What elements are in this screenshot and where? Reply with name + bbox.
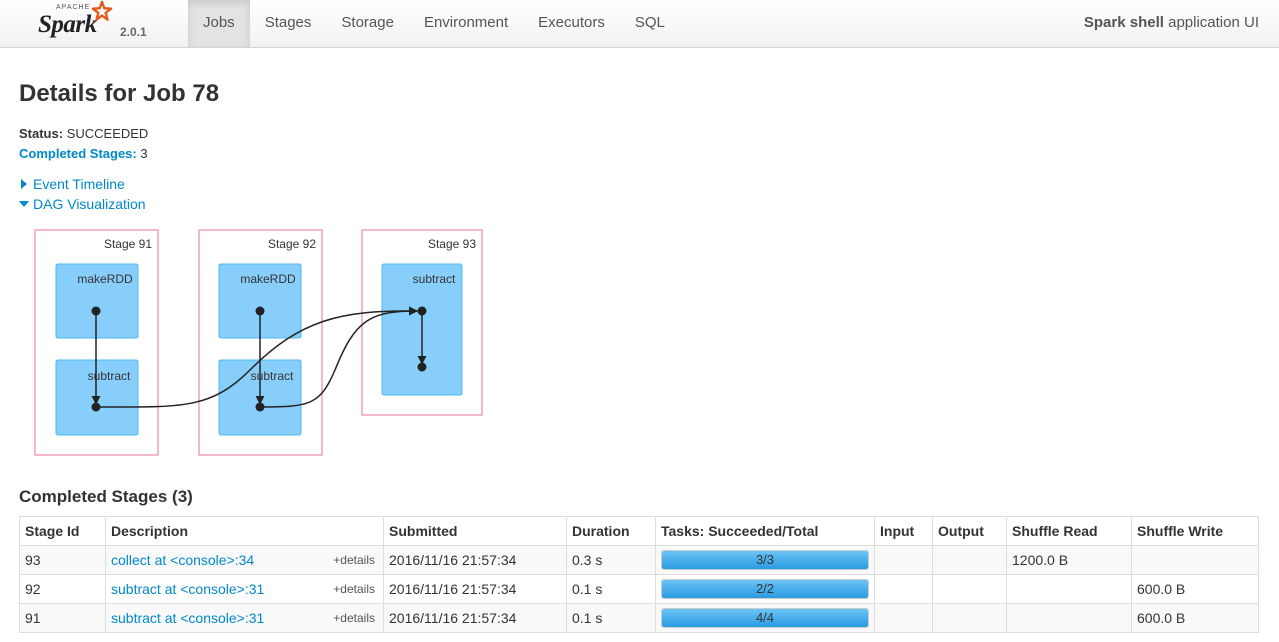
status-value: SUCCEEDED [66, 126, 149, 141]
arrow-right-icon [21, 179, 27, 189]
table-row: 93 collect at <console>:34 +details 2016… [19, 545, 1259, 575]
progress-label: 2/2 [755, 581, 775, 596]
col-stage-id[interactable]: Stage Id [19, 516, 106, 546]
col-tasks[interactable]: Tasks: Succeeded/Total [655, 516, 875, 546]
cell-stage-id: 92 [19, 574, 106, 604]
table-row: 92 subtract at <console>:31 +details 201… [19, 574, 1259, 604]
node-label: subtract [413, 272, 456, 286]
dag-visualization-label: DAG Visualization [33, 196, 146, 212]
event-timeline-label: Event Timeline [33, 176, 125, 192]
cell-input [874, 545, 933, 575]
stage-label: Stage 93 [428, 237, 476, 251]
logo-apache-text: APACHE [56, 4, 91, 11]
cell-input [874, 603, 933, 633]
spark-version: 2.0.1 [120, 25, 147, 39]
cell-output [932, 603, 1007, 633]
cell-stage-id: 93 [19, 545, 106, 575]
cell-output [932, 545, 1007, 575]
cell-shuffle-read: 1200.0 B [1006, 545, 1132, 575]
task-progress-bar: 3/3 [661, 550, 869, 570]
cell-description: collect at <console>:34 +details [105, 545, 384, 575]
cell-submitted: 2016/11/16 21:57:34 [383, 574, 567, 604]
cell-description: subtract at <console>:31 +details [105, 574, 384, 604]
cell-tasks: 2/2 [655, 574, 875, 604]
cell-shuffle-write: 600.0 B [1131, 574, 1259, 604]
tab-environment[interactable]: Environment [409, 0, 523, 47]
details-toggle[interactable]: +details [333, 553, 375, 567]
col-description[interactable]: Description [105, 516, 384, 546]
completed-stages-link[interactable]: Completed Stages: [19, 146, 137, 161]
progress-label: 3/3 [755, 552, 775, 567]
app-name: Spark shell [1083, 14, 1164, 31]
dag-visualization-toggle[interactable]: DAG Visualization [19, 196, 146, 212]
cell-tasks: 4/4 [655, 603, 875, 633]
col-input[interactable]: Input [874, 516, 933, 546]
completed-stages-summary: Completed Stages: 3 [19, 146, 148, 161]
cell-duration: 0.1 s [566, 574, 656, 604]
task-progress-bar: 4/4 [661, 608, 869, 628]
completed-stages-count: 3 [140, 146, 148, 161]
cell-stage-id: 91 [19, 603, 106, 633]
cell-output [932, 574, 1007, 604]
task-progress-bar: 2/2 [661, 579, 869, 599]
table-row: 91 subtract at <console>:31 +details 201… [19, 603, 1259, 633]
cell-duration: 0.3 s [566, 545, 656, 575]
node-label: subtract [88, 369, 131, 383]
navbar: APACHE Spark 2.0.1 Jobs Stages Storage E… [0, 0, 1279, 48]
job-status: Status: SUCCEEDED [19, 126, 148, 141]
stage-label: Stage 91 [104, 237, 152, 251]
table-header-row: Stage Id Description Submitted Duration … [19, 516, 1259, 546]
stage-label: Stage 92 [268, 237, 316, 251]
details-toggle[interactable]: +details [333, 611, 375, 625]
col-shuffle-read[interactable]: Shuffle Read [1006, 516, 1132, 546]
arrow-down-icon [19, 201, 29, 207]
cell-duration: 0.1 s [566, 603, 656, 633]
status-label: Status: [19, 126, 64, 141]
progress-label: 4/4 [755, 610, 775, 625]
col-submitted[interactable]: Submitted [383, 516, 567, 546]
tab-stages[interactable]: Stages [250, 0, 327, 47]
col-output[interactable]: Output [932, 516, 1007, 546]
node-label: makeRDD [240, 272, 296, 286]
page-title: Details for Job 78 [19, 80, 220, 107]
details-toggle[interactable]: +details [333, 582, 375, 596]
cell-submitted: 2016/11/16 21:57:34 [383, 545, 567, 575]
stage-description-link[interactable]: collect at <console>:34 [111, 552, 254, 568]
dag-node-makerdd[interactable]: makeRDD [55, 263, 139, 339]
dag-node-subtract[interactable]: subtract [55, 359, 139, 436]
cell-description: subtract at <console>:31 +details [105, 603, 384, 633]
col-shuffle-write[interactable]: Shuffle Write [1131, 516, 1259, 546]
dag-graph: Stage 91 makeRDD subtract Stage 92 makeR… [34, 229, 483, 456]
cell-input [874, 574, 933, 604]
cell-shuffle-write [1131, 545, 1259, 575]
nav-tabs: Jobs Stages Storage Environment Executor… [188, 0, 680, 47]
cell-tasks: 3/3 [655, 545, 875, 575]
spark-star-icon [91, 0, 113, 21]
col-duration[interactable]: Duration [566, 516, 656, 546]
event-timeline-toggle[interactable]: Event Timeline [19, 176, 125, 192]
cell-shuffle-read [1006, 603, 1132, 633]
tab-jobs[interactable]: Jobs [188, 0, 250, 47]
stage-description-link[interactable]: subtract at <console>:31 [111, 581, 264, 597]
tab-sql[interactable]: SQL [620, 0, 680, 47]
node-label: makeRDD [77, 272, 133, 286]
node-label: subtract [251, 369, 294, 383]
cell-shuffle-read [1006, 574, 1132, 604]
completed-stages-table: Stage Id Description Submitted Duration … [19, 516, 1259, 633]
logo-spark-text: Spark [38, 11, 97, 38]
cell-shuffle-write: 600.0 B [1131, 603, 1259, 633]
app-suffix: application UI [1163, 14, 1259, 31]
tab-executors[interactable]: Executors [523, 0, 620, 47]
cell-submitted: 2016/11/16 21:57:34 [383, 603, 567, 633]
tab-storage[interactable]: Storage [326, 0, 409, 47]
spark-logo[interactable]: APACHE Spark 2.0.1 [38, 0, 178, 44]
completed-stages-title[interactable]: Completed Stages (3) [19, 487, 193, 507]
stage-description-link[interactable]: subtract at <console>:31 [111, 610, 264, 626]
app-title: Spark shell application UI [1084, 0, 1259, 46]
